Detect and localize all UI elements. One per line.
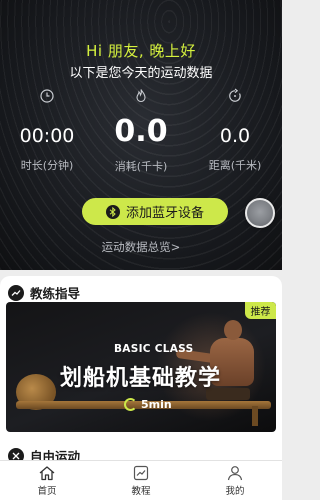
distance-value: 0.0 [219, 125, 251, 147]
stat-calories: 0.0 消耗(千卡) [94, 88, 188, 174]
distance-label: 距离(千米) [208, 159, 262, 172]
recommend-badge: 推荐 [245, 302, 276, 319]
calories-value: 0.0 [114, 114, 168, 149]
user-icon [227, 465, 243, 480]
tab-tutorial[interactable]: 教程 [94, 461, 188, 500]
flame-icon [136, 89, 146, 103]
tab-mine-label: 我的 [225, 485, 245, 497]
duration-label: 时长(分钟) [20, 159, 74, 172]
distance-icon [229, 88, 241, 102]
stat-duration: 00:00 时长(分钟) [0, 88, 94, 173]
class-duration: 5min [124, 398, 172, 411]
today-data-subtitle: 以下是您今天的运动数据 [69, 66, 213, 81]
greeting-text: Hi 朋友, 晚上好 [86, 42, 196, 60]
chart-icon [133, 465, 149, 480]
rowing-machine-leg [252, 406, 258, 426]
tab-home-label: 首页 [37, 485, 57, 497]
floating-assistive-button[interactable] [245, 198, 275, 228]
add-bluetooth-device-button[interactable]: 添加蓝牙设备 [82, 198, 228, 225]
calories-label: 消耗(千卡) [114, 160, 168, 173]
add-bluetooth-label: 添加蓝牙设备 [125, 206, 204, 221]
data-overview-link[interactable]: 运动数据总览> [0, 239, 282, 255]
stat-distance: 0.0 距离(千米) [188, 88, 282, 173]
bottom-tab-bar: 首页 教程 我的 [0, 460, 282, 500]
tab-tutorial-label: 教程 [131, 485, 151, 497]
coach-section-header: 教练指导 [8, 283, 80, 302]
tab-home[interactable]: 首页 [0, 461, 94, 500]
home-icon [39, 465, 55, 480]
athlete-head [224, 320, 242, 340]
clock-icon [40, 89, 54, 103]
duration-ring-icon [124, 398, 137, 411]
duration-value: 00:00 [19, 125, 75, 147]
duration-text: 5min [141, 398, 172, 411]
bluetooth-icon [105, 204, 120, 219]
tab-mine[interactable]: 我的 [188, 461, 282, 500]
class-title-cn: 划船机基础教学 [60, 366, 222, 391]
course-banner[interactable]: 推荐 BASIC CLASS 划船机基础教学 5min [6, 302, 276, 432]
trend-icon [8, 284, 24, 301]
class-title-en: BASIC CLASS [114, 343, 194, 355]
hero-panel: Hi 朋友, 晚上好 以下是您今天的运动数据 00:00 时长(分钟) 0.0 … [0, 0, 282, 270]
coach-section-title: 教练指导 [30, 286, 81, 301]
